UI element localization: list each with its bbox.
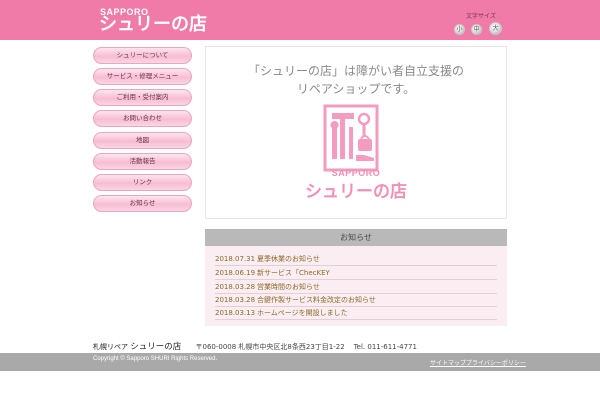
nav-item-about[interactable]: シュリーについて (93, 47, 192, 64)
hero-tagline-line2: リペアショップです。 (296, 82, 416, 96)
font-size-large-button[interactable]: 大 (489, 22, 502, 35)
sitemap-link[interactable]: サイトマップ (430, 358, 466, 367)
nav-item-news[interactable]: お知らせ (93, 195, 192, 212)
font-size-medium-button[interactable]: 中 (471, 24, 482, 35)
news-item[interactable]: 2018.03.13 ホームページを開設しました (215, 308, 497, 320)
nav-item-map[interactable]: 地図 (93, 132, 192, 149)
news-item[interactable]: 2018.06.19 新サービス「ChecKEY (215, 268, 497, 280)
repair-tools-emblem-icon (323, 104, 379, 172)
nav-item-reports[interactable]: 活動報告 (93, 153, 192, 170)
nav-item-contact[interactable]: お問い合わせ (93, 110, 192, 127)
nav-item-links[interactable]: リンク (93, 174, 192, 191)
news-title[interactable]: ホームページを開設しました (257, 309, 348, 317)
nav-item-guide[interactable]: ご利用・受付案内 (93, 89, 192, 106)
news-item[interactable]: 2018.03.28 営業時間のお知らせ (215, 282, 497, 294)
news-title[interactable]: 夏季休業のお知らせ (257, 255, 320, 263)
footer-org-name: シュリーの店 (130, 342, 182, 352)
nav-item-services[interactable]: サービス・修理メニュー (93, 68, 192, 85)
news-date: 2018.03.28 (215, 283, 256, 291)
copyright: Copyright © Sapporo SHURI Rights Reserve… (93, 356, 218, 362)
site-header: SAPPORO シュリーの店 文字サイズ 小 中 大 (0, 0, 600, 40)
news-item[interactable]: 2018.07.31 夏季休業のお知らせ (215, 254, 497, 266)
privacy-policy-link[interactable]: プライバシーポリシー (466, 358, 526, 367)
footer-address: 〒060-0008 札幌市中央区北8条西23丁目1-22 (195, 343, 345, 351)
news-date: 2018.07.31 (215, 255, 256, 263)
news-title[interactable]: 営業時間のお知らせ (257, 283, 320, 291)
hero-tagline-line1: 「シュリーの店」は障がい者自立支援の (247, 64, 464, 78)
site-logo[interactable]: シュリーの店 (99, 15, 207, 35)
news-title[interactable]: 新サービス「ChecKEY (257, 269, 330, 277)
font-size-small-button[interactable]: 小 (454, 24, 465, 35)
footer-bar: Copyright © Sapporo SHURI Rights Reserve… (0, 353, 600, 371)
news-heading: お知らせ (205, 229, 507, 246)
footer-info: 札幌リペア シュリーの店 〒060-0008 札幌市中央区北8条西23丁目1-2… (93, 340, 417, 352)
news-date: 2018.06.19 (215, 269, 256, 277)
news-date: 2018.03.28 (215, 296, 256, 304)
news-title[interactable]: 合鍵作製サービス料金改定のお知らせ (257, 296, 376, 304)
news-item[interactable]: 2018.03.28 合鍵作製サービス料金改定のお知らせ (215, 295, 497, 307)
brand-logo-text: シュリーの店 (305, 182, 407, 202)
footer-tel: Tel. 011-611-4771 (353, 343, 417, 351)
news-list: 2018.07.31 夏季休業のお知らせ 2018.06.19 新サービス「Chec… (205, 246, 507, 326)
font-size-label: 文字サイズ (466, 13, 496, 20)
hero-banner: 「シュリーの店」は障がい者自立支援の リペアショップです。 SAPPORO シュ… (205, 46, 507, 219)
news-date: 2018.03.13 (215, 309, 256, 317)
footer-org-label: 札幌リペア (93, 343, 128, 351)
